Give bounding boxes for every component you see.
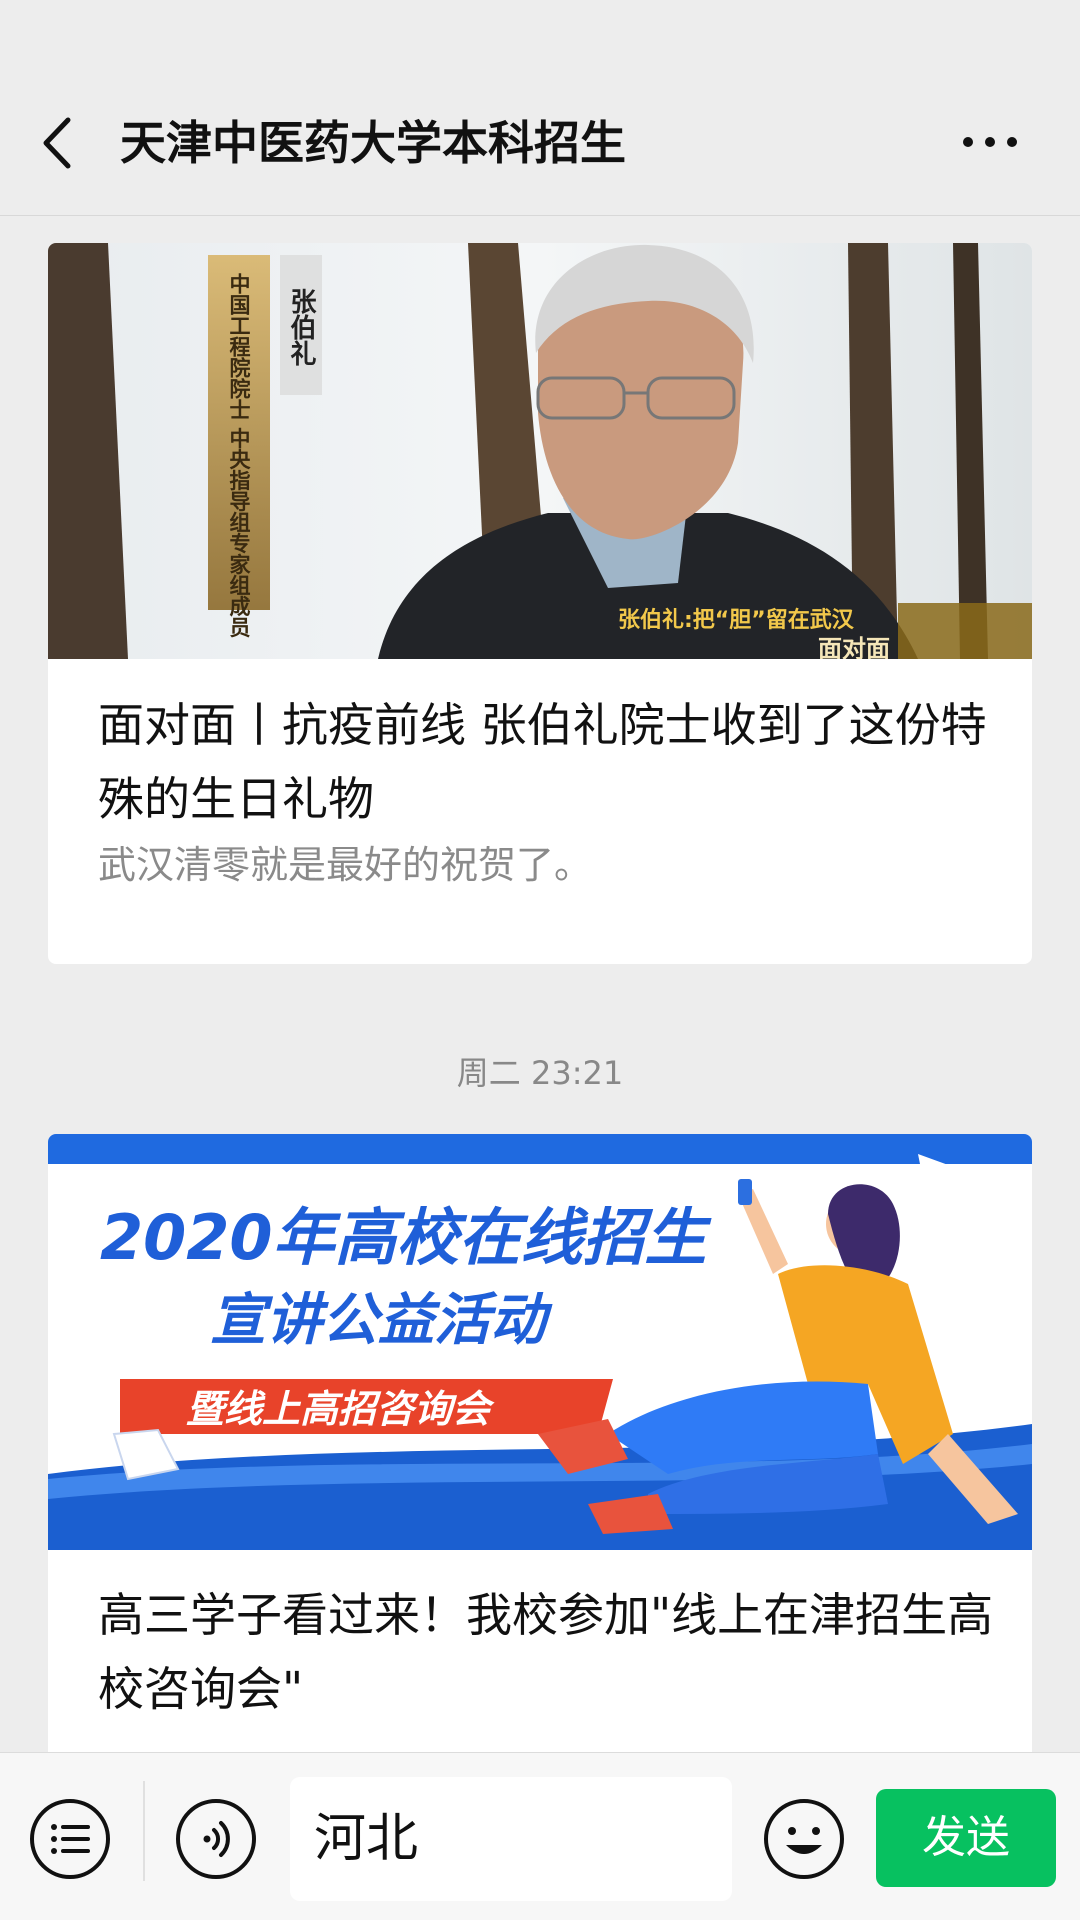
- bar-divider: [143, 1781, 145, 1881]
- article-title: 高三学子看过来！我校参加"线上在津招生高校咨询会": [98, 1588, 994, 1716]
- chevron-left-icon[interactable]: [36, 112, 80, 174]
- voice-icon[interactable]: [174, 1797, 258, 1881]
- chat-input-bar: 河北 发送: [0, 1752, 1080, 1920]
- cover-logo-text: 面对面: [818, 635, 890, 659]
- article-title: 面对面丨抗疫前线 张伯礼院士收到了这份特殊的生日礼物: [98, 698, 987, 826]
- cover-subtitle: 张伯礼:把“胆”留在武汉: [618, 607, 855, 633]
- cover-caption-name: 张伯礼: [286, 288, 316, 366]
- top-navigation-bar: 天津中医药大学本科招生: [0, 0, 1080, 216]
- article-cover-image: 2020年高校在线招生 宣讲公益活动 暨线上高招咨询会: [48, 1134, 1032, 1550]
- cover-banner-line1: 2020年高校在线招生: [100, 1201, 713, 1274]
- more-dots-icon[interactable]: [960, 122, 1020, 162]
- cover-banner-line3: 暨线上高招咨询会: [186, 1387, 495, 1431]
- article-card[interactable]: 2020年高校在线招生 宣讲公益活动 暨线上高招咨询会 高三学子看过来！我校参加…: [48, 1134, 1032, 1752]
- message-timestamp: 周二 23:21: [456, 1054, 624, 1092]
- message-feed[interactable]: 张伯礼 中国工程院院士 中央指导组专家组成员 张伯礼:把“胆”留在武汉 面对面 …: [0, 216, 1080, 1752]
- cover-banner-line2: 宣讲公益活动: [210, 1288, 553, 1353]
- cover-caption-role: 中国工程院院士 中央指导组专家组成员: [227, 273, 251, 639]
- send-button[interactable]: 发送: [876, 1789, 1056, 1887]
- message-input[interactable]: 河北: [290, 1777, 732, 1901]
- article-description: 武汉清零就是最好的祝贺了。: [98, 843, 593, 887]
- page-title: 天津中医药大学本科招生: [120, 116, 626, 170]
- list-menu-icon[interactable]: [28, 1797, 112, 1881]
- article-card[interactable]: 张伯礼 中国工程院院士 中央指导组专家组成员 张伯礼:把“胆”留在武汉 面对面 …: [48, 243, 1032, 964]
- emoji-icon[interactable]: [762, 1797, 846, 1881]
- article-cover-image: 张伯礼 中国工程院院士 中央指导组专家组成员 张伯礼:把“胆”留在武汉 面对面: [48, 243, 1032, 659]
